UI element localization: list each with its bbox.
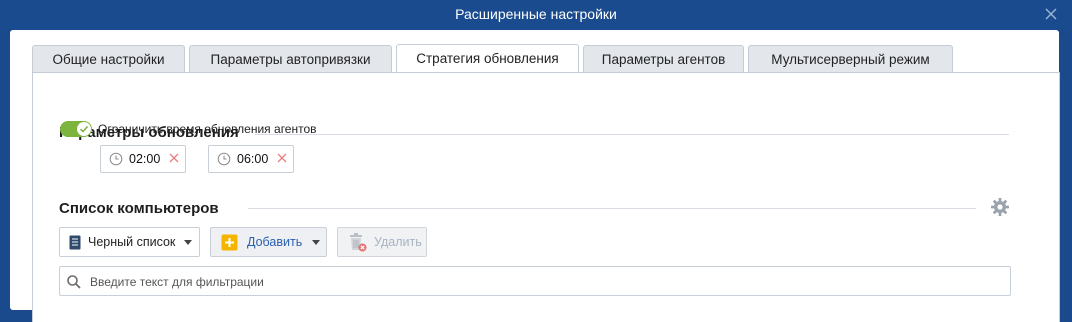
add-button[interactable]: Добавить bbox=[210, 227, 327, 257]
list-type-label: Черный список bbox=[88, 235, 176, 249]
time-from-field[interactable]: 02:00 bbox=[100, 145, 186, 173]
plus-icon bbox=[221, 234, 238, 251]
close-icon[interactable] bbox=[1044, 7, 1058, 21]
computers-list-title: Список компьютеров bbox=[59, 200, 219, 217]
toggle-knob bbox=[77, 122, 91, 136]
delete-button[interactable]: Удалить bbox=[337, 227, 427, 257]
clear-icon[interactable] bbox=[276, 152, 288, 164]
limit-time-toggle[interactable] bbox=[60, 121, 92, 137]
tab-autobind[interactable]: Параметры автопривязки bbox=[189, 45, 392, 72]
clock-icon bbox=[217, 152, 231, 166]
search-icon bbox=[67, 275, 81, 289]
tab-agent-params[interactable]: Параметры агентов bbox=[583, 45, 744, 72]
clock-icon bbox=[109, 152, 123, 166]
section-divider bbox=[248, 208, 976, 209]
check-icon bbox=[79, 125, 89, 133]
dialog-body: Общие настройки Параметры автопривязки С… bbox=[10, 30, 1060, 322]
add-button-label: Добавить bbox=[247, 235, 303, 249]
trash-icon bbox=[350, 233, 367, 252]
time-to-value: 06:00 bbox=[237, 152, 269, 166]
document-icon bbox=[69, 235, 81, 250]
limit-time-label: Ограничить время обновления агентов bbox=[98, 122, 317, 136]
chevron-down-icon bbox=[312, 240, 320, 245]
delete-button-label: Удалить bbox=[374, 235, 422, 249]
gear-icon[interactable] bbox=[990, 197, 1010, 217]
clear-icon[interactable] bbox=[168, 152, 180, 164]
section-divider bbox=[255, 134, 1009, 135]
filter-field[interactable] bbox=[59, 266, 1011, 296]
time-from-value: 02:00 bbox=[129, 152, 161, 166]
tab-content: Параметры обновления Ограничить время об… bbox=[32, 72, 1060, 322]
filter-input[interactable] bbox=[88, 272, 992, 292]
tab-multiserver[interactable]: Мультисерверный режим bbox=[748, 45, 953, 72]
tab-general[interactable]: Общие настройки bbox=[32, 45, 185, 72]
window-title: Расширенные настройки bbox=[455, 6, 617, 22]
tab-update-strategy[interactable]: Стратегия обновления bbox=[396, 44, 579, 73]
list-type-dropdown[interactable]: Черный список bbox=[59, 227, 200, 257]
time-to-field[interactable]: 06:00 bbox=[208, 145, 294, 173]
window-titlebar: Расширенные настройки bbox=[0, 0, 1072, 30]
chevron-down-icon bbox=[184, 240, 192, 245]
